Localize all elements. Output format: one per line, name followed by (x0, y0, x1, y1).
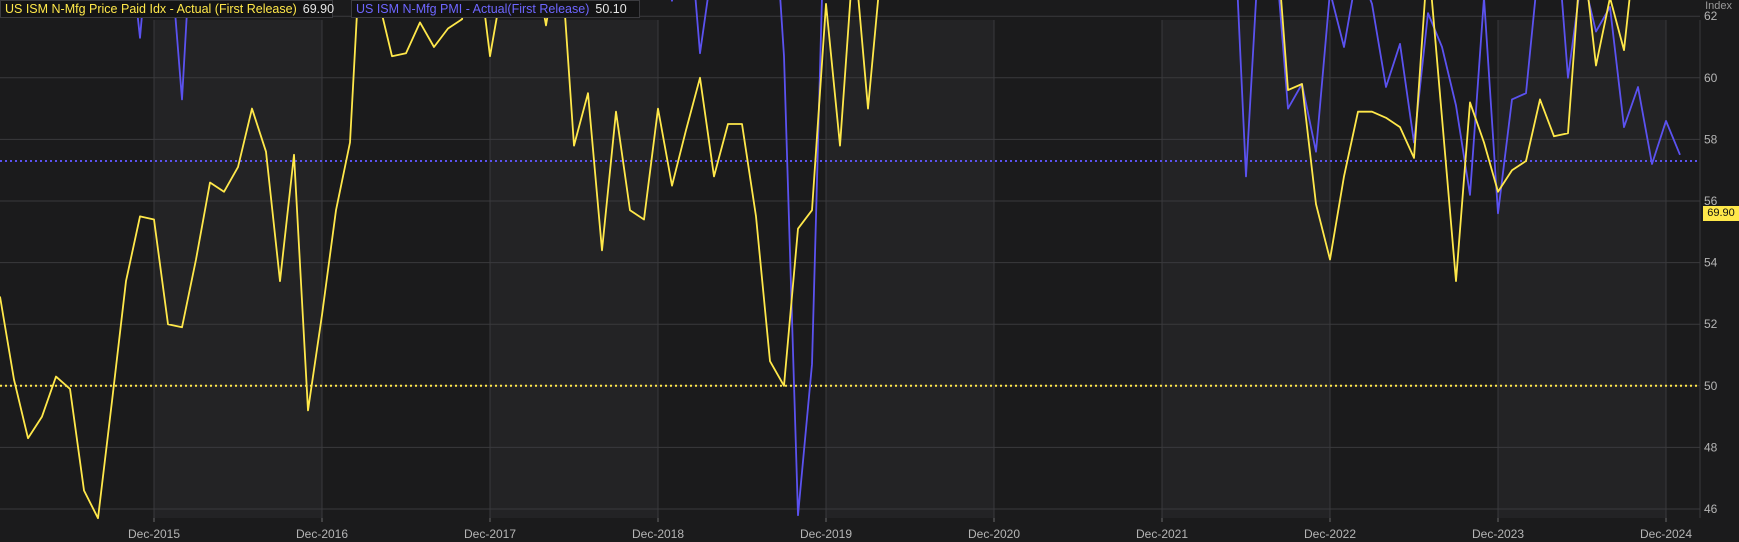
year-band (154, 20, 322, 518)
x-tick-label: Dec-2019 (800, 527, 852, 541)
chart-panel: 4648505254565860626466687072747678808284… (0, 0, 1739, 542)
x-tick-label: Dec-2016 (296, 527, 348, 541)
y-tick-label: 60 (1704, 71, 1718, 85)
legend-price-paid-value: 69.90 (302, 2, 335, 16)
y-tick-label: 58 (1704, 132, 1718, 146)
legend-pmi-label: US ISM N-Mfg PMI - Actual(First Release) (356, 2, 590, 16)
x-tick-label: Dec-2023 (1472, 527, 1524, 541)
legend-pmi[interactable]: US ISM N-Mfg PMI - Actual(First Release)… (351, 0, 640, 18)
legend-price-paid-label: US ISM N-Mfg Price Paid Idx - Actual (Fi… (5, 2, 297, 16)
x-tick-label: Dec-2024 (1640, 527, 1692, 541)
y-tick-label: 52 (1704, 317, 1718, 331)
y-axis: 4648505254565860626466687072747678808284 (1699, 9, 1718, 518)
legend-pmi-value: 50.10 (595, 2, 627, 16)
y-tick-label: 46 (1704, 502, 1718, 516)
year-band (826, 20, 994, 518)
year-band (490, 20, 658, 518)
chart-plot: 4648505254565860626466687072747678808284… (0, 0, 1718, 541)
y-axis-unit-label: Index (1705, 0, 1732, 12)
x-tick-label: Dec-2015 (128, 527, 180, 541)
x-tick-label: Dec-2018 (632, 527, 684, 541)
x-axis: Dec-2015 Dec-2016 Dec-2017 Dec-2018 Dec-2019… (128, 518, 1692, 541)
x-tick-label: Dec-2021 (1136, 527, 1188, 541)
x-tick-label: Dec-2022 (1304, 527, 1356, 541)
y-tick-label: 54 (1704, 256, 1718, 270)
y-tick-label: 50 (1704, 379, 1718, 393)
x-tick-label: Dec-2020 (968, 527, 1020, 541)
last-value-badge: 69.90 (1703, 206, 1739, 221)
x-tick-label: Dec-2017 (464, 527, 516, 541)
legend-price-paid[interactable]: US ISM N-Mfg Price Paid Idx - Actual (Fi… (0, 0, 335, 18)
y-tick-label: 48 (1704, 440, 1718, 454)
